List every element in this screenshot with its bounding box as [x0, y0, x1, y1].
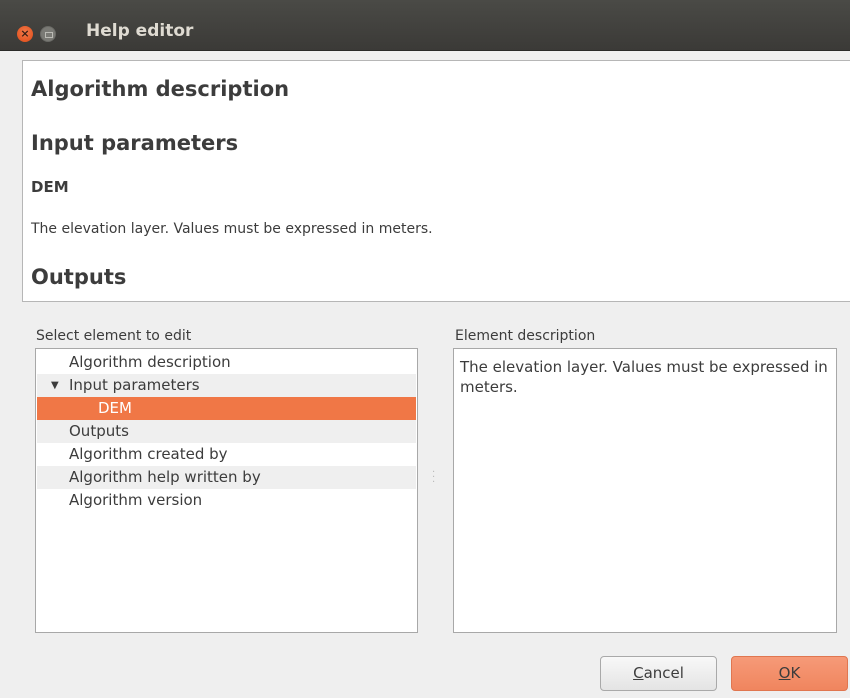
ok-button[interactable]: OK: [731, 656, 848, 691]
preview-algorithm-description-heading: Algorithm description: [31, 77, 290, 101]
window-title: Help editor: [86, 21, 194, 41]
tree-item-label: Algorithm created by: [69, 445, 228, 463]
tree-item-algorithm-version[interactable]: Algorithm version: [37, 489, 416, 512]
expand-arrow-icon[interactable]: ▼: [51, 374, 59, 397]
tree-item-outputs[interactable]: Outputs: [37, 420, 416, 443]
cancel-button[interactable]: Cancel: [600, 656, 717, 691]
ok-label-rest: K: [790, 664, 801, 682]
close-window-icon[interactable]: ×: [17, 26, 33, 42]
element-description-label: Element description: [455, 328, 596, 344]
splitter-handle[interactable]: · · ·: [432, 468, 435, 488]
tree-item-label: Algorithm version: [69, 491, 203, 509]
tree-item-label: Algorithm description: [69, 353, 231, 371]
preview-outputs-heading: Outputs: [31, 265, 127, 289]
title-bar: × Help editor: [0, 0, 850, 51]
cancel-label-rest: ancel: [643, 664, 684, 682]
minimize-window-icon[interactable]: [40, 26, 56, 42]
help-preview: Algorithm description Input parameters D…: [22, 60, 850, 302]
tree-item-algorithm-help-written-by[interactable]: Algorithm help written by: [37, 466, 416, 489]
tree-item-label: DEM: [98, 399, 132, 417]
element-tree[interactable]: Algorithm description ▼ Input parameters…: [35, 348, 418, 633]
tree-item-label: Input parameters: [69, 376, 200, 394]
tree-item-algorithm-created-by[interactable]: Algorithm created by: [37, 443, 416, 466]
tree-item-label: Outputs: [69, 422, 129, 440]
tree-item-algorithm-description[interactable]: Algorithm description: [37, 351, 416, 374]
tree-item-label: Algorithm help written by: [69, 468, 261, 486]
select-element-label: Select element to edit: [36, 328, 192, 344]
preview-input-parameters-heading: Input parameters: [31, 131, 239, 155]
preview-param-name: DEM: [31, 178, 69, 196]
element-description-editor[interactable]: The elevation layer. Values must be expr…: [453, 348, 837, 633]
preview-param-description: The elevation layer. Values must be expr…: [31, 221, 433, 237]
tree-item-dem[interactable]: DEM: [37, 397, 416, 420]
tree-item-input-parameters[interactable]: ▼ Input parameters: [37, 374, 416, 397]
ok-mnemonic: O: [778, 664, 791, 682]
cancel-mnemonic: C: [633, 664, 644, 682]
